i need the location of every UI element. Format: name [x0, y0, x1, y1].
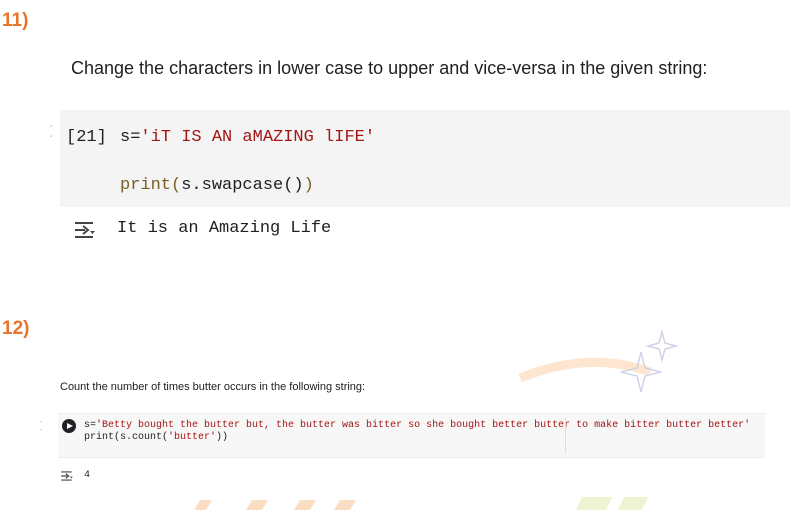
code-paren: )): [216, 432, 229, 443]
code-var: s=: [120, 128, 141, 147]
code-line[interactable]: print(s.swapcase()): [120, 176, 314, 195]
question-number: 11): [2, 10, 29, 31]
watermark-bars: [194, 497, 648, 510]
cell-output: It is an Amazing Life: [117, 219, 332, 238]
code-string: 'butter': [168, 432, 217, 443]
code-var: s=: [84, 420, 97, 431]
editor-ruler: [565, 418, 566, 453]
watermark-arc: [518, 357, 652, 383]
execution-count: [21]: [66, 128, 107, 147]
code-call: s.swapcase(): [181, 176, 304, 195]
cell-output: 4: [84, 470, 91, 481]
code-cell[interactable]: s='Betty bought the butter but, the butt…: [58, 413, 765, 458]
question-prompt: Count the number of times butter occurs …: [60, 381, 366, 393]
code-string: 'iT IS AN aMAZING lIFE': [140, 128, 376, 147]
sparkle-icon: [620, 329, 679, 393]
output-toggle-icon[interactable]: [60, 470, 74, 482]
cell-gutter-marker: ˙ ˙: [40, 420, 43, 437]
code-paren: ): [303, 176, 314, 195]
code-cell[interactable]: [21] s='iT IS AN aMAZING lIFE' print(s.s…: [60, 110, 790, 207]
code-func: print(s.count(: [84, 432, 169, 443]
question-number: 12): [2, 318, 30, 339]
code-string: 'Betty bought the butter but, the butter…: [96, 420, 751, 431]
play-circle-icon[interactable]: [62, 419, 76, 433]
code-line[interactable]: s='iT IS AN aMAZING lIFE': [120, 128, 375, 147]
code-line[interactable]: s='Betty bought the butter but, the butt…: [84, 420, 750, 431]
cell-gutter-marker: ˙ ˙: [50, 125, 54, 146]
question-prompt: Change the characters in lower case to u…: [71, 58, 708, 78]
output-toggle-icon[interactable]: [73, 221, 97, 239]
code-line[interactable]: print(s.count('butter')): [84, 432, 228, 443]
code-func: print(: [120, 176, 182, 195]
